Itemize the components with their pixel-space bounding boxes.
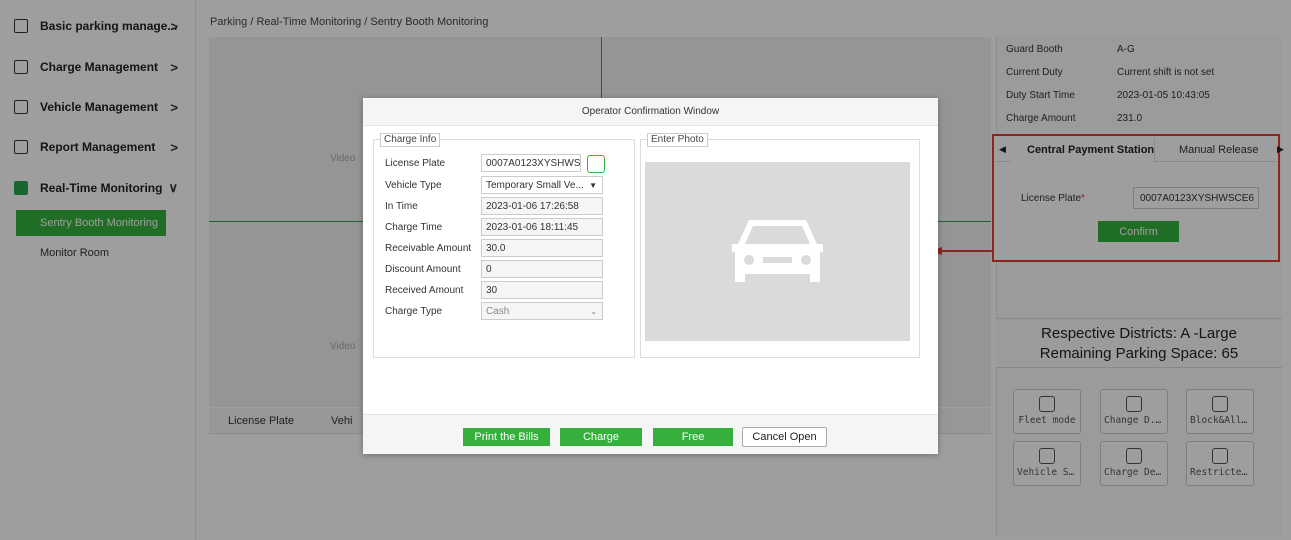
- field-label: Charge Time: [385, 222, 443, 233]
- field-label: License Plate: [385, 158, 446, 169]
- free-button[interactable]: Free: [653, 428, 733, 446]
- field-label: Charge Type: [385, 306, 443, 317]
- charge-info-legend: Charge Info: [380, 133, 441, 147]
- vehicle-type-select[interactable]: Temporary Small Ve... ▼: [481, 176, 603, 194]
- license-plate-field[interactable]: 0007A0123XYSHWS: [481, 154, 581, 172]
- edit-icon[interactable]: [587, 155, 605, 173]
- modal-footer: [363, 414, 938, 454]
- field-label: Receivable Amount: [385, 243, 472, 254]
- in-time-field: 2023-01-06 17:26:58: [481, 197, 603, 215]
- field-label: In Time: [385, 201, 418, 212]
- receivable-amount-field: 30.0: [481, 239, 603, 257]
- field-label: Discount Amount: [385, 264, 461, 275]
- charge-type-select[interactable]: Cash ⌄: [481, 302, 603, 320]
- vehicle-type-value: Temporary Small Ve...: [486, 179, 584, 191]
- charge-type-value: Cash: [486, 305, 510, 317]
- field-label: Received Amount: [385, 285, 464, 296]
- enter-photo-legend: Enter Photo: [647, 133, 708, 147]
- received-amount-field[interactable]: 30: [481, 281, 603, 299]
- charge-button[interactable]: Charge: [560, 428, 642, 446]
- field-label: Vehicle Type: [385, 180, 442, 191]
- car-placeholder-icon: [732, 220, 823, 282]
- operator-confirmation-modal: Operator Confirmation Window Charge Info…: [363, 98, 938, 454]
- discount-amount-field[interactable]: 0: [481, 260, 603, 278]
- dropdown-icon: ▼: [589, 180, 597, 190]
- enter-photo: [645, 162, 910, 341]
- charge-time-field: 2023-01-06 18:11:45: [481, 218, 603, 236]
- modal-title: Operator Confirmation Window: [363, 98, 938, 126]
- dropdown-icon: ⌄: [590, 306, 597, 316]
- print-bills-button[interactable]: Print the Bills: [463, 428, 550, 446]
- cancel-open-button[interactable]: Cancel Open: [742, 427, 827, 447]
